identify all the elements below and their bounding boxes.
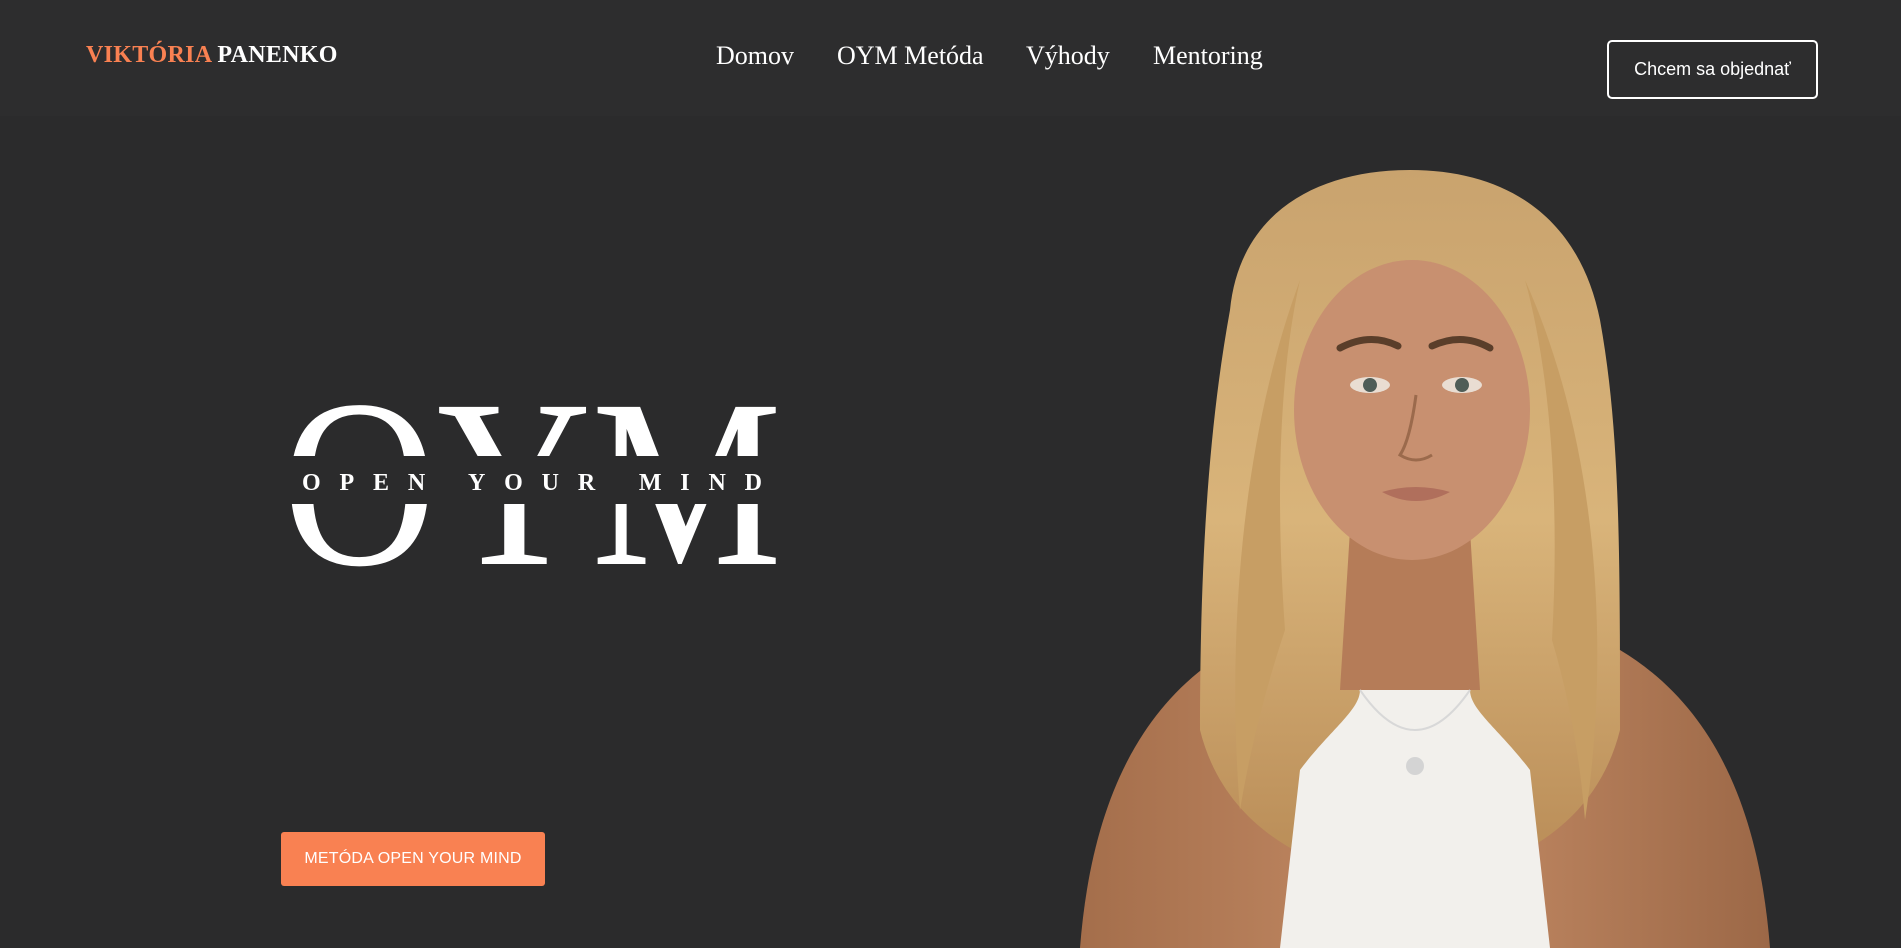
nav-link-method[interactable]: OYM Metóda [837, 41, 984, 71]
face-shape [1294, 260, 1530, 560]
necklace-pendant [1406, 757, 1424, 775]
order-button[interactable]: Chcem sa objednať [1607, 40, 1818, 99]
iris-left [1363, 378, 1377, 392]
nav-link-mentoring[interactable]: Mentoring [1153, 41, 1263, 71]
oym-logo: OYM OYM OPEN YOUR MIND [282, 392, 782, 570]
method-button[interactable]: METÓDA OPEN YOUR MIND [281, 832, 545, 886]
site-header: VIKTÓRIA PANENKO Domov OYM Metóda Výhody… [0, 0, 1901, 116]
portrait-photo [1080, 170, 1770, 948]
nav-link-home[interactable]: Domov [716, 41, 794, 71]
oym-logo-tagline: OPEN YOUR MIND [302, 470, 762, 496]
iris-right [1455, 378, 1469, 392]
nav-link-benefits[interactable]: Výhody [1026, 41, 1110, 71]
